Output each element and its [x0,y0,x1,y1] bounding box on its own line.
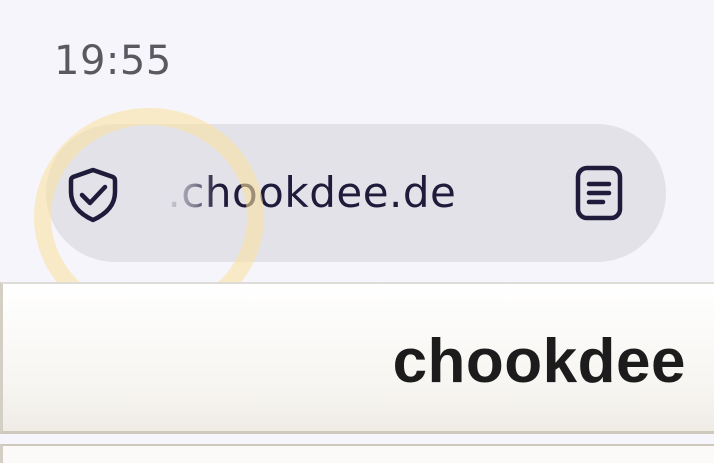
site-brand-title[interactable]: chookdee [393,326,686,397]
reader-mode-icon[interactable] [574,164,624,222]
shield-check-icon[interactable] [66,166,120,224]
mobile-browser-screen: 19:55 m.chookdee.de chookdee [0,0,714,463]
status-time: 19:55 [54,38,172,84]
content-panel [0,444,714,463]
url-field[interactable]: m.chookdee.de [162,158,524,228]
url-fade-left [162,158,218,228]
url-fade-right [464,158,524,228]
site-header: chookdee [0,282,714,434]
